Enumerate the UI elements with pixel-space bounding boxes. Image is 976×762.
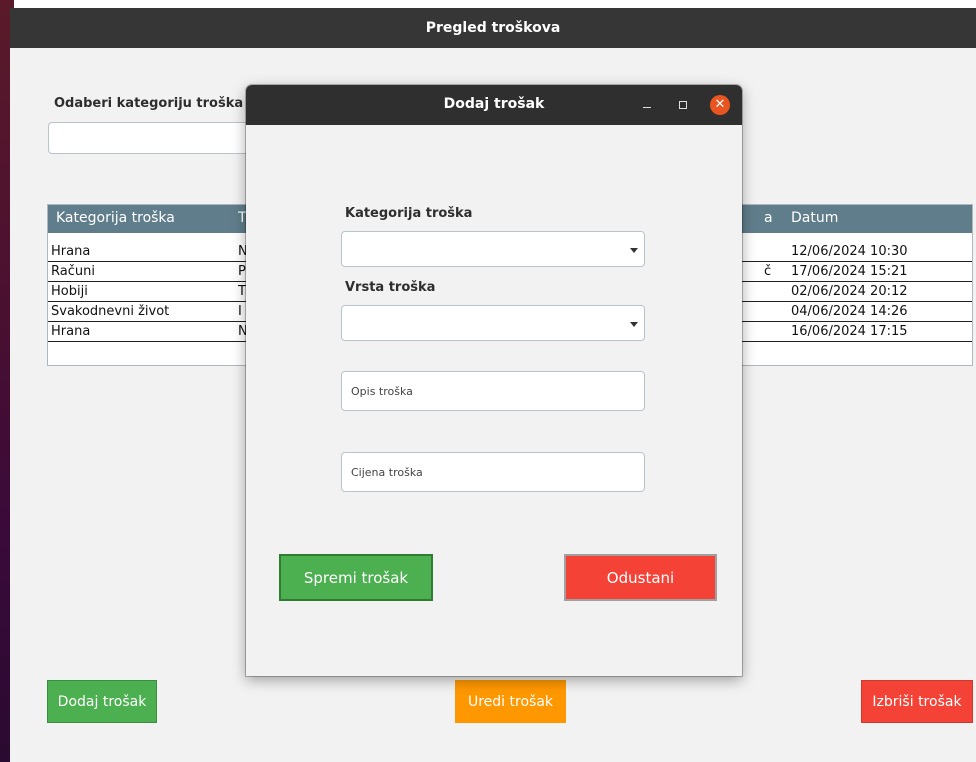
column-header-description[interactable]: a bbox=[764, 210, 773, 226]
cell-category: Svakodnevni život bbox=[51, 304, 170, 319]
cell-category: Hobiji bbox=[51, 284, 88, 299]
delete-expense-button[interactable]: Izbriši trošak bbox=[861, 680, 973, 723]
category-filter-select[interactable] bbox=[48, 122, 258, 154]
cell-category: Računi bbox=[51, 264, 95, 279]
edit-expense-button[interactable]: Uredi trošak bbox=[455, 680, 566, 723]
category-filter-label: Odaberi kategoriju troška bbox=[54, 96, 244, 111]
column-header-category[interactable]: Kategorija troška bbox=[56, 210, 175, 226]
cell-description: č bbox=[764, 264, 772, 279]
chevron-down-icon bbox=[630, 322, 638, 327]
cancel-button[interactable]: Odustani bbox=[564, 554, 717, 601]
cell-date: 04/06/2024 14:26 bbox=[791, 304, 908, 319]
dialog-type-label: Vrsta troška bbox=[345, 280, 436, 295]
cell-category: Hrana bbox=[51, 244, 91, 259]
cell-date: 02/06/2024 20:12 bbox=[791, 284, 908, 299]
dialog-category-label: Kategorija troška bbox=[345, 206, 473, 221]
close-icon[interactable]: ✕ bbox=[710, 95, 730, 115]
add-expense-button[interactable]: Dodaj trošak bbox=[47, 680, 157, 723]
cell-type: T bbox=[238, 284, 246, 299]
save-expense-button[interactable]: Spremi trošak bbox=[279, 554, 433, 601]
dialog-title: Dodaj trošak bbox=[443, 96, 545, 112]
dialog-type-select[interactable] bbox=[341, 305, 645, 341]
cell-date: 16/06/2024 17:15 bbox=[791, 324, 908, 339]
cell-type: I bbox=[238, 304, 242, 319]
cell-category: Hrana bbox=[51, 324, 91, 339]
cell-type: P bbox=[238, 264, 246, 279]
maximize-icon[interactable] bbox=[679, 101, 687, 109]
cell-date: 12/06/2024 10:30 bbox=[791, 244, 908, 259]
main-window-title: Pregled troškova bbox=[425, 20, 561, 36]
dialog-titlebar[interactable]: Dodaj trošak ✕ bbox=[246, 85, 742, 125]
chevron-down-icon bbox=[630, 248, 638, 253]
main-titlebar: Pregled troškova bbox=[10, 8, 976, 48]
dialog-category-select[interactable] bbox=[341, 231, 645, 267]
description-input[interactable] bbox=[341, 371, 645, 411]
price-input[interactable] bbox=[341, 452, 645, 492]
minimize-icon[interactable] bbox=[643, 107, 651, 108]
column-header-date[interactable]: Datum bbox=[791, 210, 838, 226]
cell-date: 17/06/2024 15:21 bbox=[791, 264, 908, 279]
add-expense-dialog: Dodaj trošak ✕ Kategorija troška Vrsta t… bbox=[246, 85, 742, 676]
